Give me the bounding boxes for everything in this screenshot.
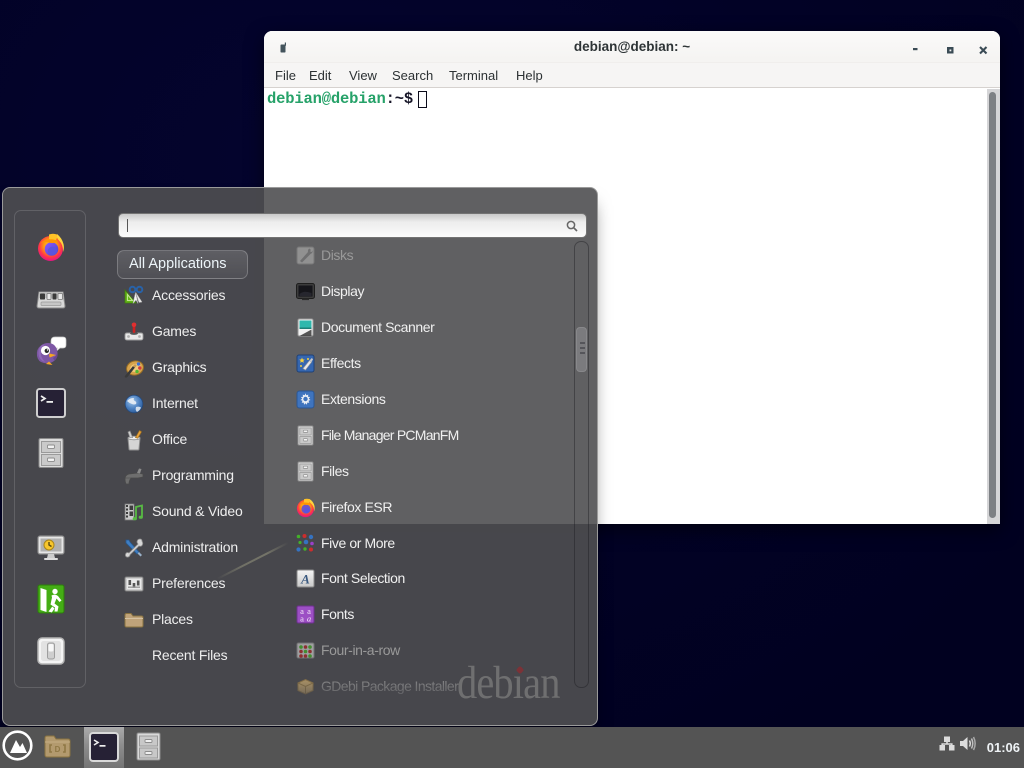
svg-text:A: A bbox=[300, 572, 310, 587]
svg-text:a: a bbox=[307, 614, 311, 624]
svg-text:D: D bbox=[55, 745, 61, 754]
svg-text:a: a bbox=[300, 614, 304, 624]
